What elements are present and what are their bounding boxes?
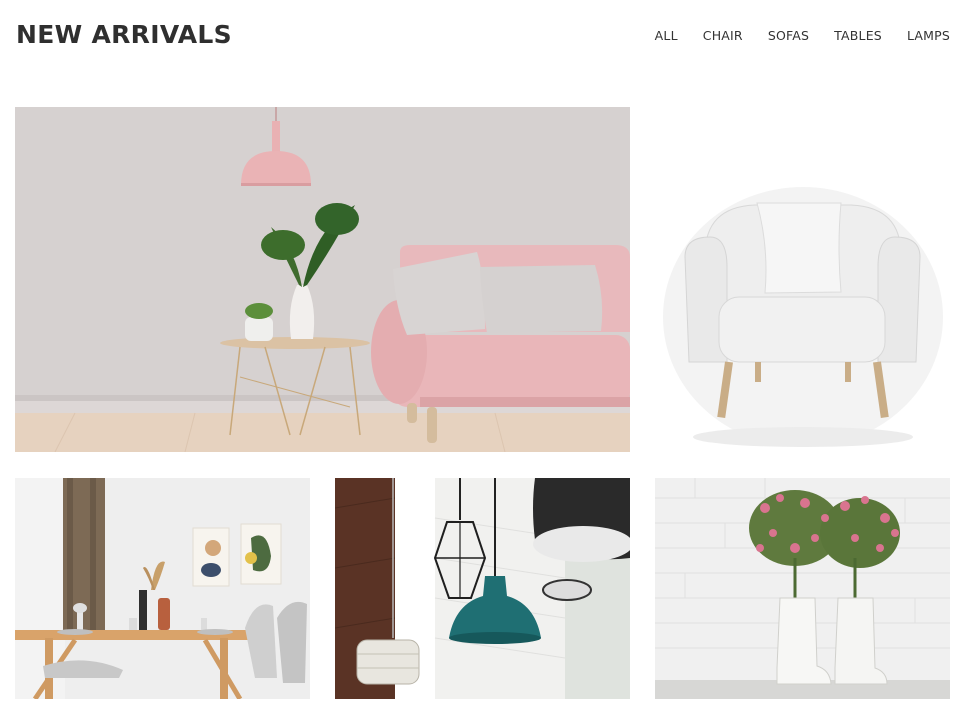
dining-room-image [15, 478, 310, 699]
filter-all[interactable]: ALL [655, 28, 678, 43]
filter-chair[interactable]: CHAIR [703, 28, 743, 43]
gallery-item-dining-table[interactable] [15, 478, 310, 699]
filter-tables[interactable]: TABLES [834, 28, 882, 43]
gallery-item-lamps[interactable] [335, 478, 630, 699]
pendant-lamps-image [335, 478, 630, 699]
gallery-item-sofa[interactable] [15, 107, 630, 452]
sofa-room-image [15, 107, 630, 452]
page-title: NEW ARRIVALS [16, 20, 232, 49]
gallery-item-flowers[interactable] [655, 478, 950, 699]
armchair-image [655, 107, 950, 452]
filter-sofas[interactable]: SOFAS [768, 28, 809, 43]
flower-boots-image [655, 478, 950, 699]
filter-lamps[interactable]: LAMPS [907, 28, 950, 43]
gallery-item-armchair[interactable] [655, 107, 950, 452]
category-filter-nav: ALL CHAIR SOFAS TABLES LAMPS [630, 28, 950, 43]
